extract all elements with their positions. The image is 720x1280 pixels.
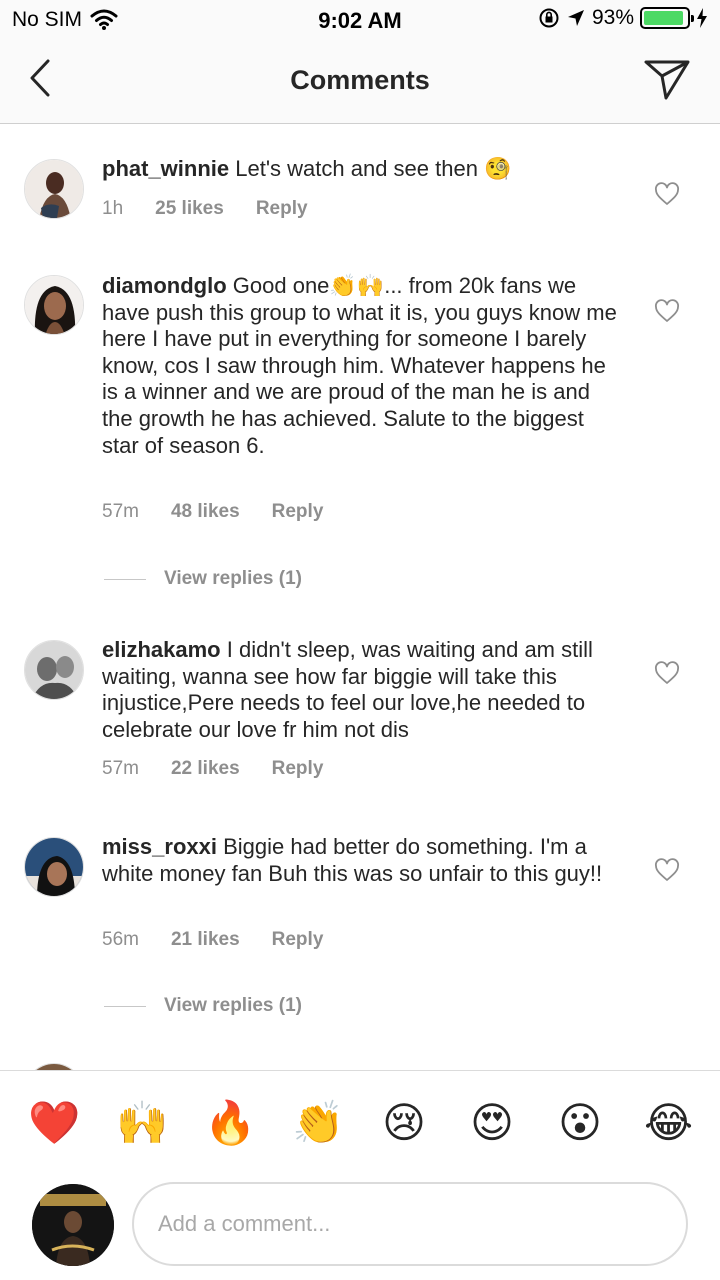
emoji-quick-bar: ❤️ 🙌 🔥 👏 😢 😍 😮 😂 [0,1070,720,1176]
comment-meta: 56m 21 likes Reply [102,929,323,951]
comment-username[interactable]: elizhakamo [102,637,221,662]
comment-input[interactable] [132,1182,688,1266]
comment-text: miss_roxxi Biggie had better do somethin… [102,834,622,887]
my-avatar[interactable] [32,1184,114,1266]
comment-time: 57m [102,501,139,522]
heart-icon[interactable] [654,299,680,323]
avatar[interactable] [24,640,84,700]
profile-photo-image [32,1184,114,1266]
comment-username[interactable]: miss_roxxi [102,834,217,859]
emoji-laughing-button[interactable]: 😂 [644,1099,693,1147]
profile-photo-image [25,160,83,218]
emoji-raised-hands-button[interactable]: 🙌 [116,1099,168,1147]
comment-likes[interactable]: 25 likes [155,198,224,220]
avatar[interactable] [24,275,84,335]
battery-icon [640,7,694,29]
comment-text: diamondglo Good one👏🙌... from 20k fans w… [102,273,622,459]
reply-button[interactable]: Reply [256,198,308,220]
reply-button[interactable]: Reply [272,501,324,523]
battery-level-fill [644,11,684,25]
status-bar: No SIM 9:02 AM 93% [0,0,720,40]
divider [104,578,146,580]
divider [104,1005,146,1007]
comment-composer [0,1176,720,1280]
comment-likes[interactable]: 48 likes [171,501,240,523]
comment-meta: 57m 22 likes Reply [102,758,323,780]
comment-username[interactable]: diamondglo [102,273,227,298]
comment-text: elizhakamo I didn't sleep, was waiting a… [102,637,622,743]
comment-likes[interactable]: 22 likes [171,758,240,780]
heart-icon[interactable] [654,182,680,206]
emoji-fire-button[interactable]: 🔥 [204,1099,256,1147]
comment-text: phat_winnie Let's watch and see then 🧐 [102,156,622,183]
share-button[interactable] [642,54,692,104]
avatar[interactable] [24,159,84,219]
charging-bolt-icon [697,8,707,28]
comment-time: 1h [102,198,124,219]
comment-body: Let's watch and see then 🧐 [235,156,512,181]
comment-time: 56m [102,929,139,950]
emoji-heart-eyes-button[interactable]: 😍 [468,1099,516,1147]
comment-username[interactable]: phat_winnie [102,156,229,181]
battery-percent: 93% [591,6,634,29]
heart-icon[interactable] [654,661,680,685]
avatar[interactable] [24,1063,84,1070]
rotation-lock-icon [539,8,559,28]
profile-photo-image [25,276,83,334]
comment-likes[interactable]: 21 likes [171,929,240,951]
profile-photo-image [25,641,83,699]
view-replies-link[interactable]: View replies (1) [104,568,302,590]
comment-time: 57m [102,758,139,779]
comment-meta: 1h 25 likes Reply [102,198,308,220]
emoji-clap-button[interactable]: 👏 [292,1099,344,1147]
view-replies-link[interactable]: View replies (1) [104,995,302,1017]
view-replies-label: View replies (1) [164,568,302,589]
reply-button[interactable]: Reply [272,929,324,951]
comment-body: Good one👏🙌... from 20k fans we have push… [102,273,617,458]
emoji-crying-button[interactable]: 😢 [380,1099,428,1147]
emoji-heart-button[interactable]: ❤️ [28,1099,80,1147]
paper-plane-icon [644,60,690,100]
profile-photo-image [25,838,83,896]
heart-icon[interactable] [654,858,680,882]
comments-list[interactable]: phat_winnie Let's watch and see then 🧐 1… [0,125,720,1070]
view-replies-label: View replies (1) [164,995,302,1016]
comment-meta: 57m 48 likes Reply [102,501,323,523]
navigation-bar: Comments [0,40,720,124]
page-title: Comments [290,65,430,95]
location-arrow-icon [567,10,584,26]
emoji-surprised-button[interactable]: 😮 [556,1099,604,1147]
avatar[interactable] [24,837,84,897]
reply-button[interactable]: Reply [272,758,324,780]
status-right: 93% [538,6,708,30]
